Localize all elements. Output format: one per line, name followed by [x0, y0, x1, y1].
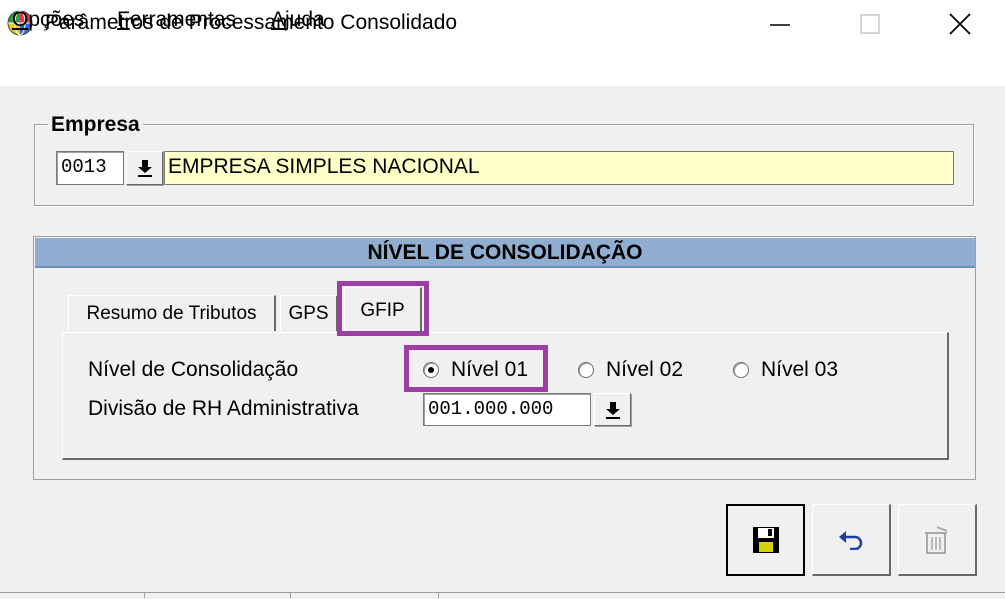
nivel-consolidacao-label: Nível de Consolidação — [88, 358, 299, 381]
menu-ferramentas[interactable]: Ferramentas — [117, 7, 236, 33]
status-separator — [438, 593, 439, 598]
radio-nivel-01-label: Nível 01 — [451, 358, 529, 381]
status-separator — [144, 593, 145, 598]
empresa-lookup-button[interactable] — [126, 151, 163, 185]
menu-ajuda-accel: A — [271, 8, 286, 31]
divisao-rh-label: Divisão de RH Administrativa — [88, 397, 359, 420]
save-button[interactable] — [726, 504, 805, 576]
menu-ajuda[interactable]: Ajuda — [271, 7, 325, 33]
menu-opcoes-accel: O — [12, 8, 29, 31]
radio-unselected-icon — [578, 362, 594, 378]
divisao-rh-field[interactable]: 001.000.000 — [423, 393, 591, 426]
radio-nivel-02-label: Nível 02 — [606, 358, 684, 381]
nivel-header: NÍVEL DE CONSOLIDAÇÃO — [35, 238, 975, 268]
close-icon — [949, 13, 971, 35]
menu-ajuda-label: juda — [285, 8, 325, 31]
menu-opcoes-label: pções — [28, 8, 85, 31]
menu-bar — [0, 48, 1005, 86]
tab-resumo-tributos[interactable]: Resumo de Tributos — [68, 295, 276, 331]
radio-nivel-03[interactable]: Nível 03 — [733, 357, 838, 383]
empresa-legend: Empresa — [48, 112, 143, 138]
maximize-button — [825, 0, 915, 48]
delete-button — [898, 504, 977, 576]
radio-nivel-03-label: Nível 03 — [761, 358, 839, 381]
undo-button[interactable] — [812, 504, 891, 576]
radio-selected-icon — [423, 362, 439, 378]
minimize-button[interactable] — [735, 0, 825, 48]
radio-nivel-02[interactable]: Nível 02 — [578, 357, 683, 383]
tab-gps[interactable]: GPS — [280, 295, 338, 331]
download-arrow-icon — [605, 401, 620, 419]
floppy-disk-icon — [752, 527, 779, 553]
close-button[interactable] — [915, 0, 1005, 48]
maximize-icon — [860, 14, 880, 34]
menu-ferramentas-label: erramentas — [129, 8, 237, 31]
radio-unselected-icon — [733, 362, 749, 378]
undo-arrow-icon — [839, 530, 863, 550]
status-separator — [290, 593, 291, 598]
minimize-icon — [770, 24, 790, 26]
tab-gfip-highlight — [337, 281, 429, 336]
empresa-code-field[interactable]: 0013 — [56, 151, 124, 185]
download-arrow-icon — [137, 160, 152, 177]
trash-icon — [925, 525, 948, 554]
radio-nivel-01[interactable]: Nível 01 — [423, 357, 528, 383]
menu-ferramentas-accel: F — [117, 8, 130, 31]
empresa-name-field: EMPRESA SIMPLES NACIONAL — [164, 151, 954, 185]
divisao-lookup-button[interactable] — [594, 393, 631, 426]
menu-opcoes[interactable]: Opções — [12, 7, 84, 33]
window-title: Parâmetros de Processamento Consolidado — [45, 11, 458, 34]
